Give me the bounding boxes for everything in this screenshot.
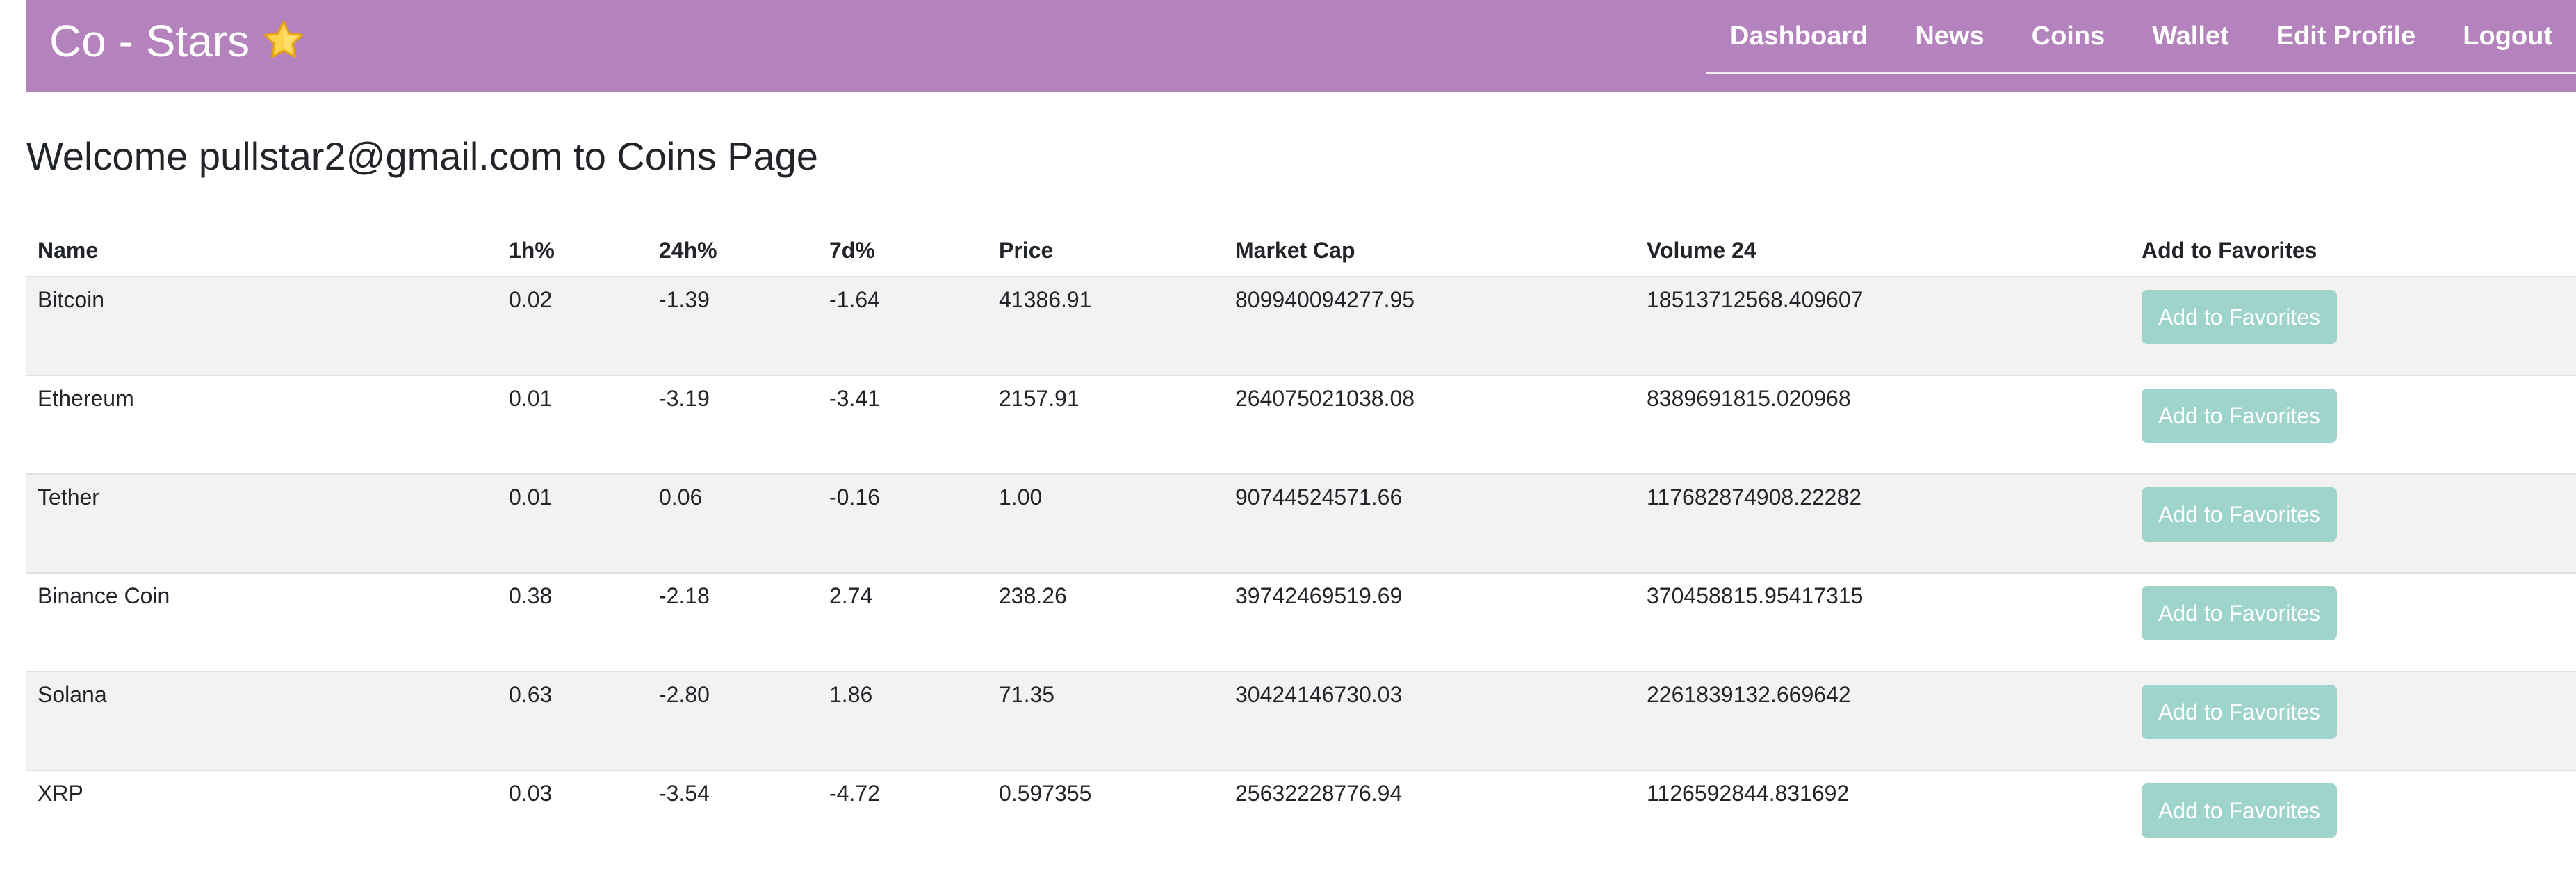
- coin-price: 238.26: [988, 572, 1224, 672]
- column-header-favorites: Add to Favorites: [2130, 224, 2576, 277]
- coin-price: 0.597355: [988, 770, 1224, 869]
- table-row: XRP 0.03 -3.54 -4.72 0.597355 2563222877…: [26, 770, 2576, 869]
- change-7d: -1.64: [818, 276, 988, 375]
- change-1h: 0.63: [498, 671, 648, 770]
- change-7d: -4.72: [818, 770, 988, 869]
- column-header-24h: 24h%: [648, 224, 818, 277]
- add-to-favorites-button[interactable]: Add to Favorites: [2142, 389, 2337, 443]
- add-to-favorites-button[interactable]: Add to Favorites: [2142, 487, 2337, 542]
- table-header-row: Name 1h% 24h% 7d% Price Market Cap Volum…: [26, 224, 2576, 277]
- column-header-1h: 1h%: [498, 224, 648, 277]
- volume-24: 18513712568.409607: [1636, 276, 2130, 375]
- table-row: Bitcoin 0.02 -1.39 -1.64 41386.91 809940…: [26, 276, 2576, 375]
- page-title: Welcome pullstar2@gmail.com to Coins Pag…: [26, 134, 818, 178]
- nav-dashboard[interactable]: Dashboard: [1730, 22, 1868, 51]
- coin-price: 2157.91: [988, 375, 1224, 474]
- change-24h: 0.06: [648, 473, 818, 573]
- brand-name: Co - Stars: [49, 16, 250, 66]
- change-1h: 0.03: [498, 770, 648, 869]
- change-7d: -0.16: [818, 473, 988, 573]
- volume-24: 117682874908.22282: [1636, 473, 2130, 573]
- favorites-cell: Add to Favorites: [2130, 572, 2576, 672]
- volume-24: 370458815.95417315: [1636, 572, 2130, 672]
- coin-price: 41386.91: [988, 276, 1224, 375]
- coin-name: XRP: [26, 770, 498, 869]
- market-cap: 30424146730.03: [1224, 671, 1636, 770]
- change-24h: -2.80: [648, 671, 818, 770]
- coin-price: 1.00: [988, 473, 1224, 573]
- market-cap: 809940094277.95: [1224, 276, 1636, 375]
- add-to-favorites-button[interactable]: Add to Favorites: [2142, 586, 2337, 640]
- favorites-cell: Add to Favorites: [2130, 375, 2576, 474]
- nav-wallet[interactable]: Wallet: [2152, 22, 2229, 51]
- nav-logout[interactable]: Logout: [2463, 22, 2552, 51]
- coin-price: 71.35: [988, 671, 1224, 770]
- nav-news[interactable]: News: [1915, 22, 1984, 51]
- column-header-name: Name: [26, 224, 498, 277]
- change-7d: 1.86: [818, 671, 988, 770]
- add-to-favorites-button[interactable]: Add to Favorites: [2142, 290, 2337, 344]
- favorites-cell: Add to Favorites: [2130, 671, 2576, 770]
- market-cap: 25632228776.94: [1224, 770, 1636, 869]
- coin-name: Ethereum: [26, 375, 498, 474]
- table-row: Ethereum 0.01 -3.19 -3.41 2157.91 264075…: [26, 375, 2576, 474]
- volume-24: 1126592844.831692: [1636, 770, 2130, 869]
- change-1h: 0.38: [498, 572, 648, 672]
- top-navbar: Co - Stars Dashboard News Coins Wallet E…: [26, 0, 2576, 92]
- coins-table: Name 1h% 24h% 7d% Price Market Cap Volum…: [26, 224, 2576, 869]
- column-header-market-cap: Market Cap: [1224, 224, 1636, 277]
- change-7d: 2.74: [818, 572, 988, 672]
- table-row: Binance Coin 0.38 -2.18 2.74 238.26 3974…: [26, 572, 2576, 672]
- column-header-7d: 7d%: [818, 224, 988, 277]
- change-1h: 0.02: [498, 276, 648, 375]
- favorites-cell: Add to Favorites: [2130, 770, 2576, 869]
- star-icon: [263, 20, 304, 58]
- market-cap: 264075021038.08: [1224, 375, 1636, 474]
- change-7d: -3.41: [818, 375, 988, 474]
- change-24h: -3.19: [648, 375, 818, 474]
- favorites-cell: Add to Favorites: [2130, 473, 2576, 573]
- change-24h: -2.18: [648, 572, 818, 672]
- market-cap: 39742469519.69: [1224, 572, 1636, 672]
- add-to-favorites-button[interactable]: Add to Favorites: [2142, 685, 2337, 739]
- table-row: Tether 0.01 0.06 -0.16 1.00 90744524571.…: [26, 473, 2576, 573]
- add-to-favorites-button[interactable]: Add to Favorites: [2142, 783, 2337, 838]
- column-header-price: Price: [988, 224, 1224, 277]
- nav-coins[interactable]: Coins: [2032, 22, 2105, 51]
- market-cap: 90744524571.66: [1224, 473, 1636, 573]
- nav-edit-profile[interactable]: Edit Profile: [2276, 22, 2416, 51]
- volume-24: 2261839132.669642: [1636, 671, 2130, 770]
- favorites-cell: Add to Favorites: [2130, 276, 2576, 375]
- coin-name: Binance Coin: [26, 572, 498, 672]
- nav-links: Dashboard News Coins Wallet Edit Profile…: [1706, 0, 2576, 74]
- change-24h: -3.54: [648, 770, 818, 869]
- table-row: Solana 0.63 -2.80 1.86 71.35 30424146730…: [26, 671, 2576, 770]
- change-24h: -1.39: [648, 276, 818, 375]
- brand[interactable]: Co - Stars: [49, 0, 307, 82]
- coin-name: Bitcoin: [26, 276, 498, 375]
- change-1h: 0.01: [498, 473, 648, 573]
- change-1h: 0.01: [498, 375, 648, 474]
- volume-24: 8389691815.020968: [1636, 375, 2130, 474]
- column-header-volume: Volume 24: [1636, 224, 2130, 277]
- coin-name: Tether: [26, 473, 498, 573]
- coin-name: Solana: [26, 671, 498, 770]
